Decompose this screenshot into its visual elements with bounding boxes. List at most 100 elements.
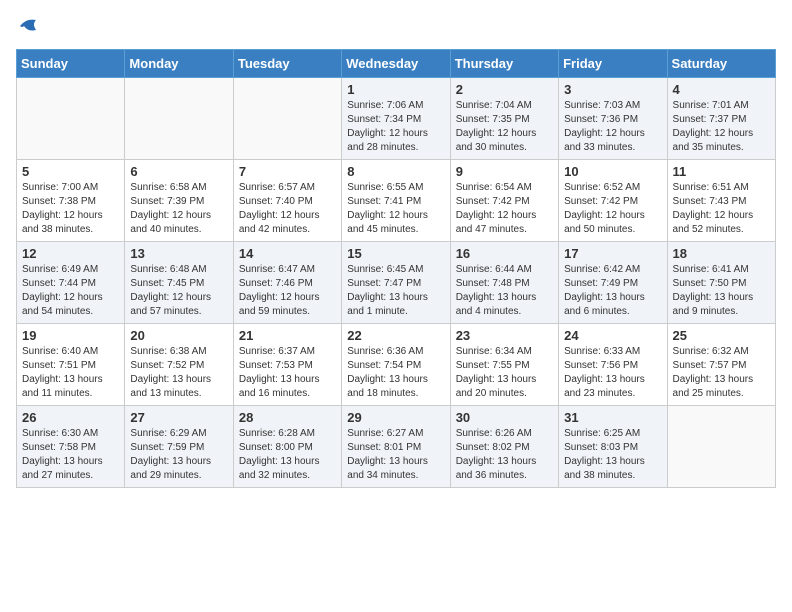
day-info: Sunrise: 6:47 AM Sunset: 7:46 PM Dayligh… xyxy=(239,263,336,319)
day-info: Sunrise: 6:28 AM Sunset: 8:00 PM Dayligh… xyxy=(239,427,336,483)
calendar-cell: 25 Sunrise: 6:32 AM Sunset: 7:57 PM Dayli… xyxy=(667,324,775,406)
calendar-cell: 29 Sunrise: 6:27 AM Sunset: 8:01 PM Dayli… xyxy=(342,406,450,488)
day-info: Sunrise: 6:27 AM Sunset: 8:01 PM Dayligh… xyxy=(347,427,444,483)
day-number: 5 xyxy=(22,164,119,179)
weekday-header-wednesday: Wednesday xyxy=(342,50,450,78)
day-info: Sunrise: 6:29 AM Sunset: 7:59 PM Dayligh… xyxy=(130,427,227,483)
day-number: 14 xyxy=(239,246,336,261)
calendar-cell: 22 Sunrise: 6:36 AM Sunset: 7:54 PM Dayli… xyxy=(342,324,450,406)
calendar-week-row: 12Sunrise: 6:49 AM Sunset: 7:44 PM Dayli… xyxy=(17,242,776,324)
calendar-cell: 28 Sunrise: 6:28 AM Sunset: 8:00 PM Dayli… xyxy=(233,406,341,488)
calendar-cell: 13 Sunrise: 6:48 AM Sunset: 7:45 PM Dayli… xyxy=(125,242,233,324)
calendar-week-row: 19 Sunrise: 6:40 AM Sunset: 7:51 PM Dayli… xyxy=(17,324,776,406)
calendar-cell: 26Sunrise: 6:30 AM Sunset: 7:58 PM Dayli… xyxy=(17,406,125,488)
day-number: 10 xyxy=(564,164,661,179)
calendar-week-row: 26Sunrise: 6:30 AM Sunset: 7:58 PM Dayli… xyxy=(17,406,776,488)
calendar-cell: 30 Sunrise: 6:26 AM Sunset: 8:02 PM Dayli… xyxy=(450,406,558,488)
day-number: 6 xyxy=(130,164,227,179)
calendar-cell xyxy=(17,78,125,160)
calendar-cell: 17 Sunrise: 6:42 AM Sunset: 7:49 PM Dayli… xyxy=(559,242,667,324)
day-number: 8 xyxy=(347,164,444,179)
day-number: 22 xyxy=(347,328,444,343)
day-number: 17 xyxy=(564,246,661,261)
calendar-cell: 2Sunrise: 7:04 AM Sunset: 7:35 PM Daylig… xyxy=(450,78,558,160)
calendar-cell: 19 Sunrise: 6:40 AM Sunset: 7:51 PM Dayli… xyxy=(17,324,125,406)
calendar-cell: 10Sunrise: 6:52 AM Sunset: 7:42 PM Dayli… xyxy=(559,160,667,242)
day-number: 20 xyxy=(130,328,227,343)
day-number: 31 xyxy=(564,410,661,425)
day-info: Sunrise: 6:49 AM Sunset: 7:44 PM Dayligh… xyxy=(22,263,119,319)
day-number: 1 xyxy=(347,82,444,97)
calendar-table: SundayMondayTuesdayWednesdayThursdayFrid… xyxy=(16,49,776,488)
day-number: 28 xyxy=(239,410,336,425)
calendar-cell xyxy=(667,406,775,488)
day-number: 15 xyxy=(347,246,444,261)
day-info: Sunrise: 6:32 AM Sunset: 7:57 PM Dayligh… xyxy=(673,345,770,401)
weekday-header-sunday: Sunday xyxy=(17,50,125,78)
calendar-week-row: 5 Sunrise: 7:00 AM Sunset: 7:38 PM Daylig… xyxy=(17,160,776,242)
calendar-week-row: 1 Sunrise: 7:06 AM Sunset: 7:34 PM Daylig… xyxy=(17,78,776,160)
calendar-cell: 9Sunrise: 6:54 AM Sunset: 7:42 PM Daylig… xyxy=(450,160,558,242)
day-info: Sunrise: 7:01 AM Sunset: 7:37 PM Dayligh… xyxy=(673,99,770,155)
day-info: Sunrise: 6:51 AM Sunset: 7:43 PM Dayligh… xyxy=(673,181,770,237)
day-info: Sunrise: 6:58 AM Sunset: 7:39 PM Dayligh… xyxy=(130,181,227,237)
day-info: Sunrise: 6:55 AM Sunset: 7:41 PM Dayligh… xyxy=(347,181,444,237)
day-number: 7 xyxy=(239,164,336,179)
day-number: 13 xyxy=(130,246,227,261)
calendar-cell: 5 Sunrise: 7:00 AM Sunset: 7:38 PM Daylig… xyxy=(17,160,125,242)
calendar-cell: 3Sunrise: 7:03 AM Sunset: 7:36 PM Daylig… xyxy=(559,78,667,160)
day-info: Sunrise: 6:37 AM Sunset: 7:53 PM Dayligh… xyxy=(239,345,336,401)
day-info: Sunrise: 6:48 AM Sunset: 7:45 PM Dayligh… xyxy=(130,263,227,319)
day-info: Sunrise: 6:42 AM Sunset: 7:49 PM Dayligh… xyxy=(564,263,661,319)
calendar-cell: 14 Sunrise: 6:47 AM Sunset: 7:46 PM Dayli… xyxy=(233,242,341,324)
day-info: Sunrise: 6:40 AM Sunset: 7:51 PM Dayligh… xyxy=(22,345,119,401)
weekday-header-saturday: Saturday xyxy=(667,50,775,78)
calendar-cell: 15 Sunrise: 6:45 AM Sunset: 7:47 PM Dayli… xyxy=(342,242,450,324)
day-number: 23 xyxy=(456,328,553,343)
weekday-header-monday: Monday xyxy=(125,50,233,78)
calendar-cell: 21 Sunrise: 6:37 AM Sunset: 7:53 PM Dayli… xyxy=(233,324,341,406)
calendar-cell: 11 Sunrise: 6:51 AM Sunset: 7:43 PM Dayli… xyxy=(667,160,775,242)
weekday-header-thursday: Thursday xyxy=(450,50,558,78)
day-number: 19 xyxy=(22,328,119,343)
day-number: 30 xyxy=(456,410,553,425)
day-info: Sunrise: 6:54 AM Sunset: 7:42 PM Dayligh… xyxy=(456,181,553,237)
calendar-cell: 18Sunrise: 6:41 AM Sunset: 7:50 PM Dayli… xyxy=(667,242,775,324)
day-info: Sunrise: 6:38 AM Sunset: 7:52 PM Dayligh… xyxy=(130,345,227,401)
day-number: 26 xyxy=(22,410,119,425)
day-number: 21 xyxy=(239,328,336,343)
calendar-cell: 16 Sunrise: 6:44 AM Sunset: 7:48 PM Dayli… xyxy=(450,242,558,324)
day-number: 27 xyxy=(130,410,227,425)
calendar-cell: 7 Sunrise: 6:57 AM Sunset: 7:40 PM Daylig… xyxy=(233,160,341,242)
calendar-cell: 23 Sunrise: 6:34 AM Sunset: 7:55 PM Dayli… xyxy=(450,324,558,406)
calendar-cell: 20 Sunrise: 6:38 AM Sunset: 7:52 PM Dayli… xyxy=(125,324,233,406)
day-info: Sunrise: 6:45 AM Sunset: 7:47 PM Dayligh… xyxy=(347,263,444,319)
calendar-cell: 6 Sunrise: 6:58 AM Sunset: 7:39 PM Daylig… xyxy=(125,160,233,242)
calendar-cell: 24Sunrise: 6:33 AM Sunset: 7:56 PM Dayli… xyxy=(559,324,667,406)
day-number: 2 xyxy=(456,82,553,97)
day-number: 16 xyxy=(456,246,553,261)
day-info: Sunrise: 6:26 AM Sunset: 8:02 PM Dayligh… xyxy=(456,427,553,483)
weekday-header-tuesday: Tuesday xyxy=(233,50,341,78)
calendar-cell: 31 Sunrise: 6:25 AM Sunset: 8:03 PM Dayli… xyxy=(559,406,667,488)
calendar-cell: 8 Sunrise: 6:55 AM Sunset: 7:41 PM Daylig… xyxy=(342,160,450,242)
day-info: Sunrise: 6:57 AM Sunset: 7:40 PM Dayligh… xyxy=(239,181,336,237)
day-info: Sunrise: 6:33 AM Sunset: 7:56 PM Dayligh… xyxy=(564,345,661,401)
calendar-cell: 12Sunrise: 6:49 AM Sunset: 7:44 PM Dayli… xyxy=(17,242,125,324)
day-number: 25 xyxy=(673,328,770,343)
day-info: Sunrise: 6:41 AM Sunset: 7:50 PM Dayligh… xyxy=(673,263,770,319)
day-number: 3 xyxy=(564,82,661,97)
day-info: Sunrise: 7:00 AM Sunset: 7:38 PM Dayligh… xyxy=(22,181,119,237)
day-info: Sunrise: 7:06 AM Sunset: 7:34 PM Dayligh… xyxy=(347,99,444,155)
day-number: 11 xyxy=(673,164,770,179)
weekday-header-friday: Friday xyxy=(559,50,667,78)
calendar-cell: 27 Sunrise: 6:29 AM Sunset: 7:59 PM Dayli… xyxy=(125,406,233,488)
day-info: Sunrise: 6:34 AM Sunset: 7:55 PM Dayligh… xyxy=(456,345,553,401)
day-number: 29 xyxy=(347,410,444,425)
day-info: Sunrise: 6:25 AM Sunset: 8:03 PM Dayligh… xyxy=(564,427,661,483)
calendar-cell: 1 Sunrise: 7:06 AM Sunset: 7:34 PM Daylig… xyxy=(342,78,450,160)
calendar-cell xyxy=(125,78,233,160)
logo-bird-icon xyxy=(18,16,40,36)
day-info: Sunrise: 6:44 AM Sunset: 7:48 PM Dayligh… xyxy=(456,263,553,319)
day-info: Sunrise: 6:36 AM Sunset: 7:54 PM Dayligh… xyxy=(347,345,444,401)
